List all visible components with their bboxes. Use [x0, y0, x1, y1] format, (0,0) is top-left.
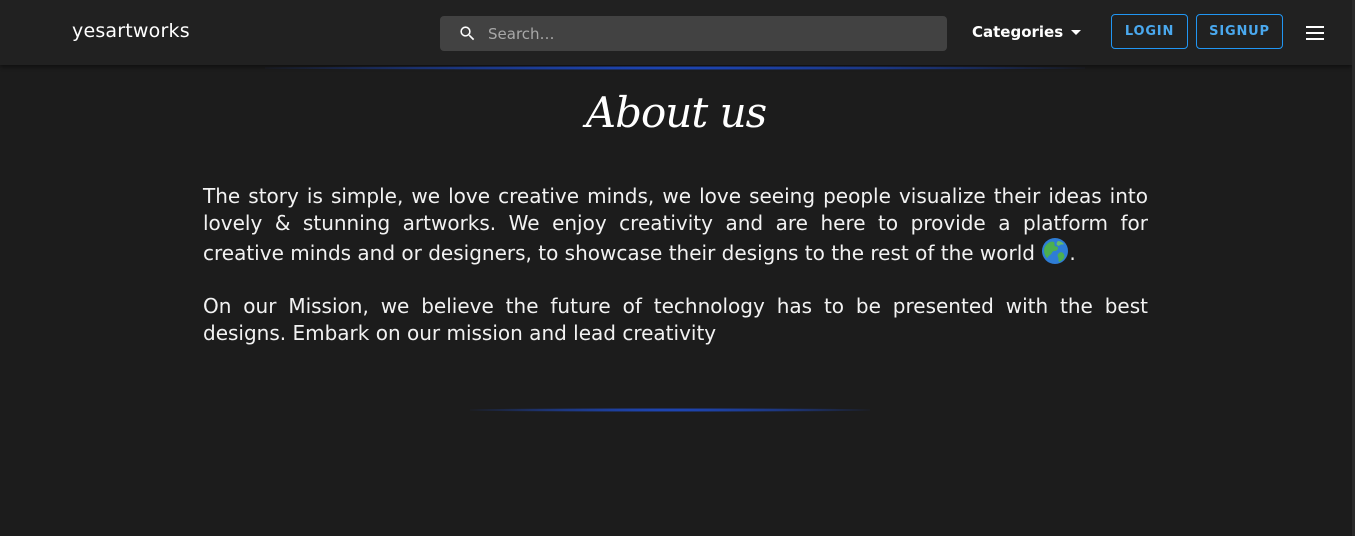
login-button[interactable]: LOGIN	[1111, 14, 1188, 49]
decorative-glow-divider-bottom	[470, 408, 870, 412]
caret-down-icon	[1071, 29, 1082, 35]
decorative-glow-divider	[265, 66, 1085, 70]
story-text-end: .	[1069, 241, 1076, 265]
story-text: The story is simple, we love creative mi…	[203, 184, 1148, 265]
about-content: The story is simple, we love creative mi…	[203, 183, 1148, 373]
brand-logo[interactable]: yesartworks	[72, 20, 190, 42]
search-icon	[460, 26, 475, 41]
categories-label: Categories	[972, 23, 1064, 41]
categories-dropdown[interactable]: Categories	[972, 23, 1082, 41]
search-input[interactable]	[488, 16, 928, 51]
search-bar[interactable]	[440, 16, 947, 51]
signup-button[interactable]: SIGNUP	[1196, 14, 1283, 49]
hamburger-menu-icon[interactable]	[1305, 25, 1325, 41]
app-bar: yesartworks Categories LOGIN SIGNUP	[0, 0, 1352, 65]
page-title: About us	[585, 88, 767, 137]
about-paragraph-story: The story is simple, we love creative mi…	[203, 183, 1148, 267]
about-paragraph-mission: On our Mission, we believe the future of…	[203, 294, 1148, 345]
globe-icon	[1042, 238, 1069, 264]
